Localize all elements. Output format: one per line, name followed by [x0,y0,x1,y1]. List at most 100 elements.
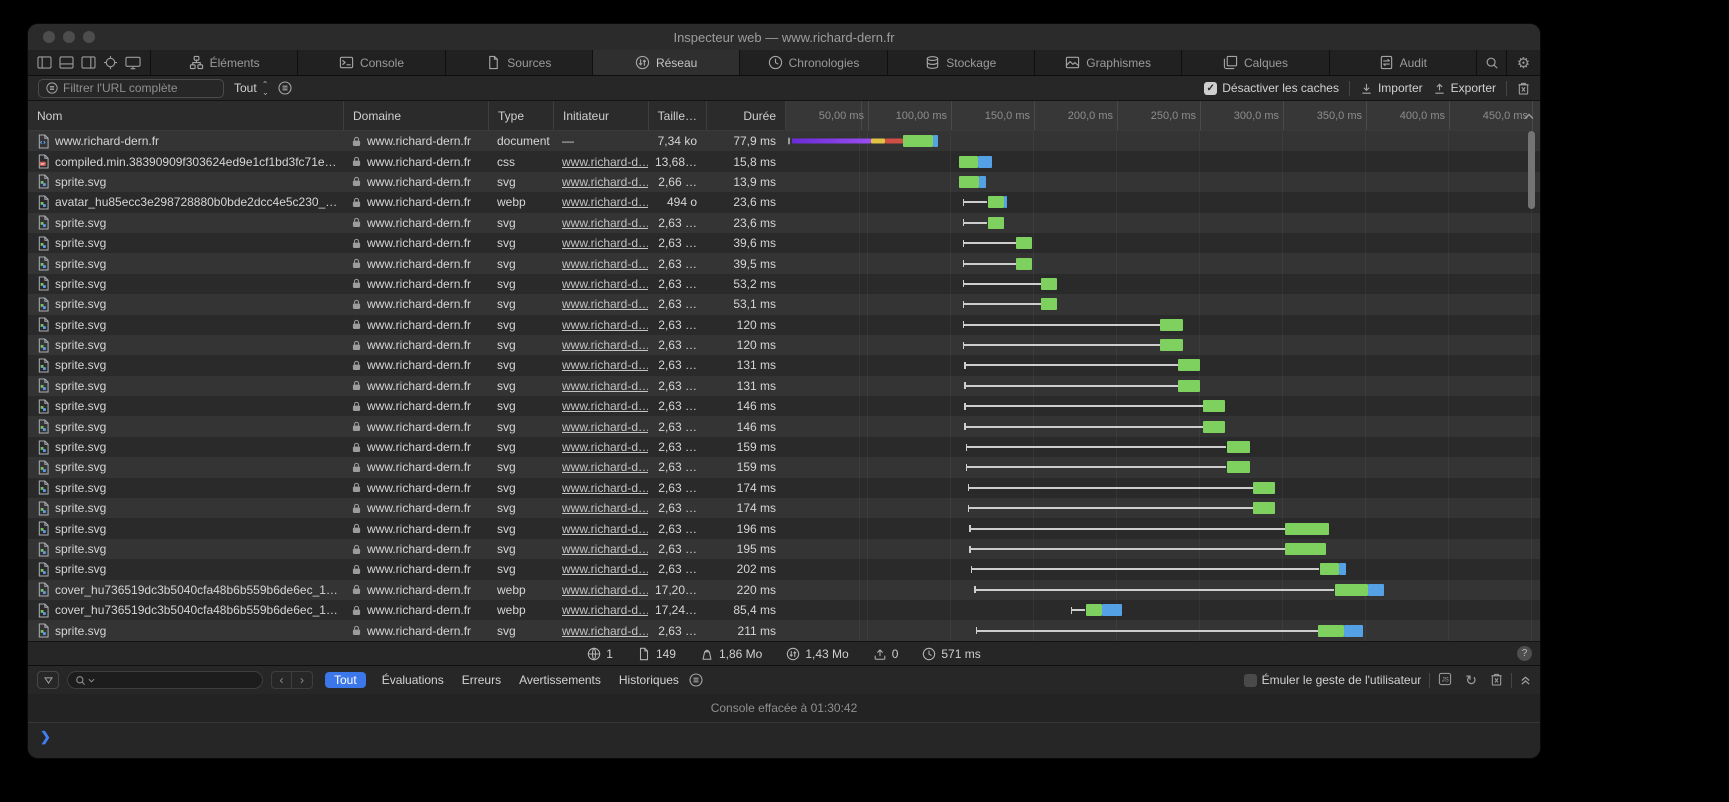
table-row[interactable]: www.richard-dern.frwww.richard-dern.frdo… [28,131,1540,151]
initiator-link[interactable]: www.richard-d… [562,236,648,250]
status-transfer[interactable]: 1,43 Mo [786,647,848,661]
table-row[interactable]: sprite.svgwww.richard-dern.frsvgwww.rich… [28,376,1540,396]
table-row[interactable]: sprite.svgwww.richard-dern.frsvgwww.rich… [28,620,1540,640]
next-result-button[interactable]: › [292,671,313,689]
initiator-link[interactable]: www.richard-d… [562,399,648,413]
initiator-link[interactable]: www.richard-d… [562,257,648,271]
tab-sources[interactable]: Sources [445,50,592,75]
console-prompt-area[interactable]: ❯ [28,723,1540,758]
search-button[interactable] [1476,50,1506,75]
initiator-link[interactable]: www.richard-d… [562,522,648,536]
table-row[interactable]: sprite.svgwww.richard-dern.frsvgwww.rich… [28,274,1540,294]
column-header-nom[interactable]: Nom [28,101,343,130]
url-filter-input[interactable]: Filtrer l'URL complète [38,79,224,98]
tab-graphics[interactable]: Graphismes [1034,50,1181,75]
status-document[interactable]: 149 [637,647,676,661]
console-search-input[interactable] [67,671,263,689]
initiator-link[interactable]: www.richard-d… [562,338,648,352]
table-row[interactable]: sprite.svgwww.richard-dern.frsvgwww.rich… [28,355,1540,375]
table-row[interactable]: cover_hu736519dc3b5040cfa48b6b559b6de6ec… [28,600,1540,620]
initiator-link[interactable]: www.richard-d… [562,460,648,474]
table-row[interactable]: sprite.svgwww.richard-dern.frsvgwww.rich… [28,213,1540,233]
console-scope-historiques[interactable]: Historiques [617,672,681,688]
tab-console[interactable]: Console [297,50,444,75]
console-scope-tout[interactable]: Tout [325,672,366,688]
tab-timelines[interactable]: Chronologies [739,50,886,75]
console-options-icon[interactable] [689,673,703,687]
table-row[interactable]: sprite.svgwww.richard-dern.frsvgwww.rich… [28,539,1540,559]
tab-storage[interactable]: Stockage [887,50,1034,75]
initiator-link[interactable]: www.richard-d… [562,297,648,311]
collapse-console-chevrons-icon[interactable] [1520,675,1531,686]
tab-audit[interactable]: Audit [1329,50,1476,75]
console-context-picker[interactable] [37,671,59,689]
console-scope-evaluations[interactable]: Évaluations [380,672,446,688]
table-row[interactable]: avatar_hu85ecc3e298728880b0bde2dcc4e5c23… [28,192,1540,212]
column-header-taille[interactable]: Taille… [648,101,706,130]
column-header-duree[interactable]: Durée [706,101,785,130]
initiator-link[interactable]: www.richard-d… [562,175,648,189]
initiator-link[interactable]: www.richard-d… [562,481,648,495]
table-row[interactable]: compiled.min.38390909f303624ed9e1cf1bd3f… [28,151,1540,171]
traffic-lights[interactable] [43,31,95,43]
table-row[interactable]: sprite.svgwww.richard-dern.frsvgwww.rich… [28,478,1540,498]
table-row[interactable]: sprite.svgwww.richard-dern.frsvgwww.rich… [28,253,1540,273]
type-filter-dropdown[interactable]: Tout ⌃⌃ [234,81,268,95]
js-sources-icon[interactable]: JS [1438,672,1452,689]
console-scope-avertissements[interactable]: Avertissements [517,672,603,688]
initiator-link[interactable]: www.richard-d… [562,277,648,291]
column-header-initiateur[interactable]: Initiateur [553,101,648,130]
import-button[interactable]: Importer [1360,81,1423,95]
export-button[interactable]: Exporter [1433,81,1496,95]
refresh-icon[interactable]: ↻ [1465,672,1477,689]
table-row[interactable]: sprite.svgwww.richard-dern.frsvgwww.rich… [28,498,1540,518]
filter-options-icon[interactable] [278,81,292,95]
element-picker-icon[interactable] [103,55,118,70]
table-row[interactable]: sprite.svgwww.richard-dern.frsvgwww.rich… [28,559,1540,579]
close-window-button[interactable] [43,31,55,43]
dock-left-icon[interactable] [37,56,52,69]
initiator-link[interactable]: www.richard-d… [562,195,648,209]
table-row[interactable]: sprite.svgwww.richard-dern.frsvgwww.rich… [28,457,1540,477]
tab-layers[interactable]: Calques [1181,50,1328,75]
initiator-link[interactable]: www.richard-d… [562,358,648,372]
initiator-link[interactable]: www.richard-d… [562,624,648,638]
dock-right-icon[interactable] [81,56,96,69]
vertical-scrollbar-thumb[interactable] [1528,131,1535,209]
table-row[interactable]: sprite.svgwww.richard-dern.frsvgwww.rich… [28,294,1540,314]
table-row[interactable]: sprite.svgwww.richard-dern.frsvgwww.rich… [28,437,1540,457]
dock-bottom-icon[interactable] [59,56,74,69]
settings-gear-icon[interactable]: ⚙ [1506,50,1540,75]
prev-result-button[interactable]: ‹ [271,671,292,689]
status-upload[interactable]: 0 [873,647,899,661]
column-header-domaine[interactable]: Domaine [343,101,488,130]
table-row[interactable]: sprite.svgwww.richard-dern.frsvgwww.rich… [28,315,1540,335]
clear-network-trash-icon[interactable] [1517,81,1530,95]
device-icon[interactable] [125,56,141,70]
table-row[interactable]: cover_hu736519dc3b5040cfa48b6b559b6de6ec… [28,580,1540,600]
initiator-link[interactable]: www.richard-d… [562,501,648,515]
table-row[interactable]: sprite.svgwww.richard-dern.frsvgwww.rich… [28,396,1540,416]
clear-console-trash-icon[interactable] [1490,672,1503,689]
initiator-link[interactable]: www.richard-d… [562,542,648,556]
status-weight[interactable]: 1,86 Mo [700,647,762,661]
status-clock[interactable]: 571 ms [922,647,980,661]
zoom-window-button[interactable] [83,31,95,43]
initiator-link[interactable]: www.richard-d… [562,318,648,332]
table-row[interactable]: sprite.svgwww.richard-dern.frsvgwww.rich… [28,233,1540,253]
tab-elements[interactable]: Éléments [150,50,297,75]
table-row[interactable]: sprite.svgwww.richard-dern.frsvgwww.rich… [28,416,1540,436]
initiator-link[interactable]: www.richard-d… [562,603,648,617]
table-row[interactable]: sprite.svgwww.richard-dern.frsvgwww.rich… [28,518,1540,538]
tab-network[interactable]: Réseau [592,50,739,75]
console-scope-erreurs[interactable]: Erreurs [460,672,503,688]
initiator-link[interactable]: www.richard-d… [562,155,648,169]
emulate-user-gesture-checkbox[interactable]: Émuler le geste de l'utilisateur [1244,673,1422,687]
initiator-link[interactable]: www.richard-d… [562,216,648,230]
disable-caches-checkbox[interactable]: ✓ Désactiver les caches [1204,81,1339,95]
table-row[interactable]: sprite.svgwww.richard-dern.frsvgwww.rich… [28,172,1540,192]
table-row[interactable]: sprite.svgwww.richard-dern.frsvgwww.rich… [28,335,1540,355]
initiator-link[interactable]: www.richard-d… [562,440,648,454]
column-header-type[interactable]: Type [488,101,553,130]
status-globe[interactable]: 1 [587,647,613,661]
